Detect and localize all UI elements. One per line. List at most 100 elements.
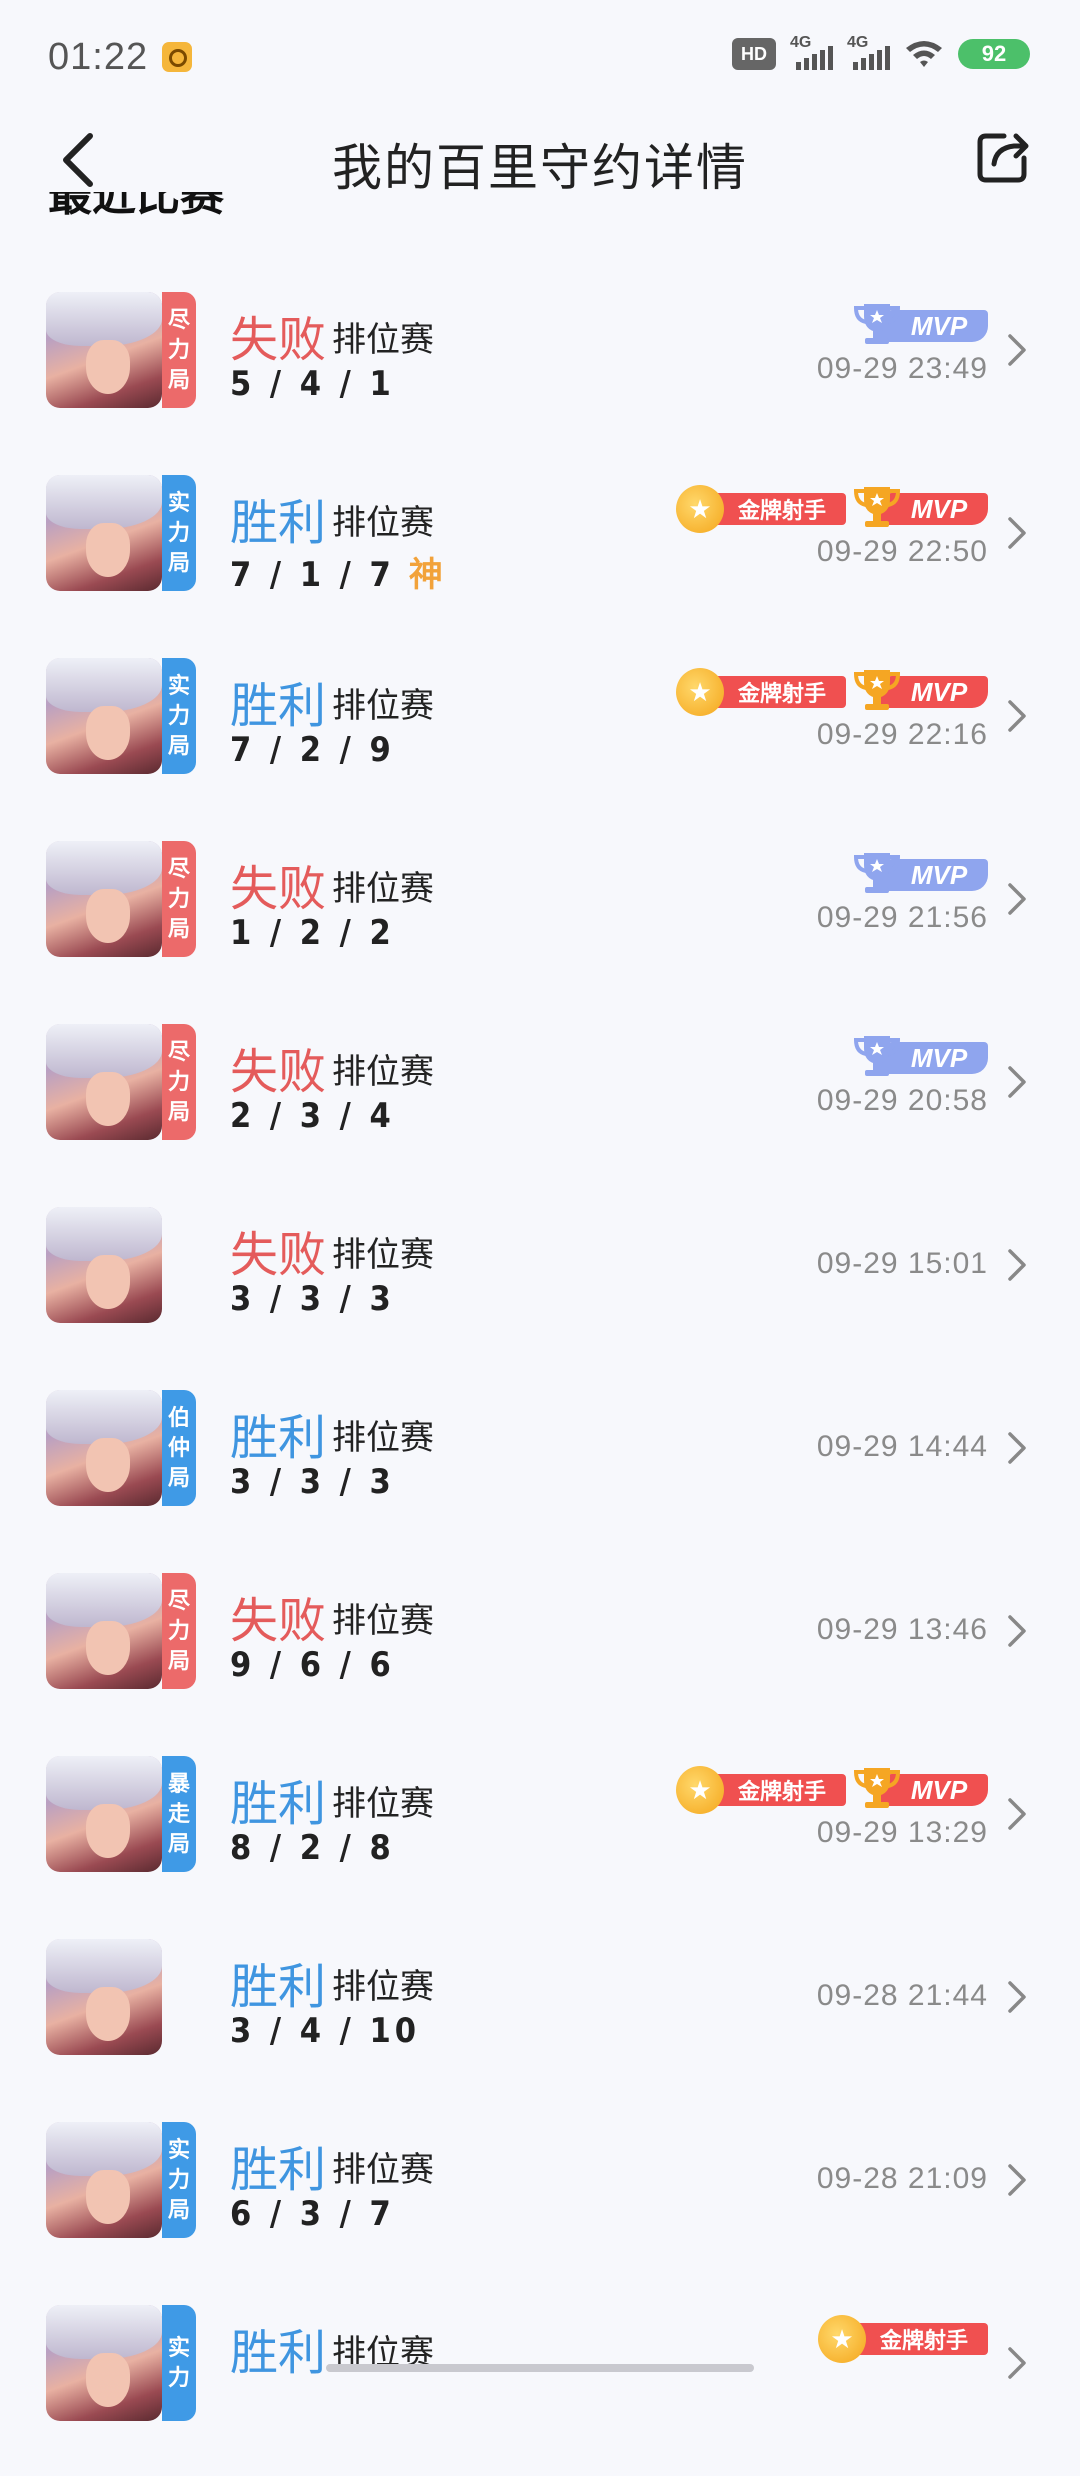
trophy-icon	[852, 1764, 902, 1810]
status-icons: HD 4G 4G 92	[732, 34, 1030, 70]
match-row[interactable]: 实力局胜利 排位赛 7 / 1 / 7 神 ★ 金牌射手 MVP 09-29 22:50	[0, 463, 1080, 646]
honor-badges: ★ 金牌射手 MVP	[676, 1766, 988, 1814]
hero-avatar	[46, 1390, 162, 1506]
kda-value: 3 / 3 / 3	[230, 1462, 395, 1502]
gold-medal-icon: ★	[676, 668, 724, 716]
match-type: 排位赛	[332, 1785, 434, 1823]
mode-badge-char: 尽	[167, 1588, 190, 1613]
match-time: 09-29 23:49	[816, 352, 988, 385]
honor-badges: ★ 金牌射手	[818, 2315, 988, 2363]
hero-avatar-group: 实力局	[46, 658, 196, 774]
game-mode-badge: 尽力局	[162, 1573, 196, 1689]
hero-avatar-group	[46, 1939, 196, 2055]
match-result: 胜利	[230, 497, 327, 550]
kda-value: 6 / 3 / 7	[230, 2194, 395, 2234]
gold-medal-icon: ★	[818, 2315, 866, 2363]
section-title: 最近比赛	[48, 192, 224, 220]
mode-badge-char: 实	[167, 673, 190, 698]
kda-stats: 3 / 3 / 3	[230, 1279, 395, 1319]
mode-badge-char: 力	[167, 520, 190, 545]
match-row[interactable]: 胜利 排位赛 3 / 4 / 10 09-28 21:44	[0, 1927, 1080, 2110]
match-row[interactable]: 实力局胜利 排位赛 7 / 2 / 9 ★ 金牌射手 MVP 09-29 22:16	[0, 646, 1080, 829]
honor-badges: MVP	[852, 304, 988, 344]
trophy-icon	[852, 666, 902, 712]
trophy-icon	[852, 483, 902, 529]
mode-badge-char: 走	[167, 1801, 190, 1826]
chevron-right-icon	[1008, 334, 1026, 366]
match-row[interactable]: 尽力局失败 排位赛 9 / 6 / 6 09-29 13:46	[0, 1561, 1080, 1744]
mode-badge-char: 实	[167, 2335, 190, 2360]
match-result: 胜利	[230, 1412, 327, 1465]
kda-value: 3 / 3 / 3	[230, 1279, 395, 1319]
chevron-right-icon	[1008, 883, 1026, 915]
kda-stats: 3 / 4 / 10	[230, 2011, 420, 2051]
honor-badges: ★ 金牌射手 MVP	[676, 668, 988, 716]
gold-shooter-badge: ★ 金牌射手	[818, 2315, 988, 2363]
mvp-badge: MVP	[852, 1036, 988, 1076]
kda-stats: 6 / 3 / 7	[230, 2194, 395, 2234]
wifi-icon	[906, 41, 942, 67]
match-list: 尽力局失败 排位赛 5 / 4 / 1 MVP 09-29 23:49 实力局胜利 排位赛 7…	[0, 280, 1080, 2476]
match-row[interactable]: 失败 排位赛 3 / 3 / 3 09-29 15:01	[0, 1195, 1080, 1378]
chevron-right-icon	[1008, 1798, 1026, 1830]
game-mode-badge: 实力局	[162, 475, 196, 591]
match-row[interactable]: 暴走局胜利 排位赛 8 / 2 / 8 ★ 金牌射手 MVP 09-29 13:29	[0, 1744, 1080, 1927]
hero-avatar	[46, 1024, 162, 1140]
kda-value: 2 / 3 / 4	[230, 1096, 395, 1136]
kda-value: 7 / 2 / 9	[230, 730, 395, 770]
chevron-right-icon	[1008, 1615, 1026, 1647]
match-row[interactable]: 实力局胜利 排位赛 6 / 3 / 7 09-28 21:09	[0, 2110, 1080, 2293]
kda-stats: 3 / 3 / 3	[230, 1462, 395, 1502]
chevron-right-icon	[1008, 1249, 1026, 1281]
hero-avatar-group: 伯仲局	[46, 1390, 196, 1506]
kda-stats: 5 / 4 / 1	[230, 364, 395, 404]
mode-badge-char: 局	[167, 1465, 190, 1490]
hero-avatar	[46, 475, 162, 591]
mvp-badge: MVP	[852, 670, 988, 710]
mode-badge-char: 尽	[167, 307, 190, 332]
game-mode-badge: 尽力局	[162, 1024, 196, 1140]
match-type: 排位赛	[332, 1419, 434, 1457]
mvp-badge: MVP	[852, 853, 988, 893]
mvp-badge: MVP	[852, 487, 988, 527]
match-row[interactable]: 尽力局失败 排位赛 2 / 3 / 4 MVP 09-29 20:58	[0, 1012, 1080, 1195]
hero-avatar	[46, 841, 162, 957]
mode-badge-char: 力	[167, 337, 190, 362]
mode-badge-char: 力	[167, 703, 190, 728]
match-time: 09-29 15:01	[816, 1247, 988, 1280]
match-type: 排位赛	[332, 687, 434, 725]
mode-badge-char: 暴	[167, 1771, 190, 1796]
mode-badge-char: 局	[167, 550, 190, 575]
mode-badge-char: 局	[167, 2197, 190, 2222]
match-result: 胜利	[230, 1961, 327, 2014]
mode-badge-char: 实	[167, 490, 190, 515]
mode-badge-char: 局	[167, 916, 190, 941]
mode-badge-char: 伯	[167, 1405, 190, 1430]
honor-badges: ★ 金牌射手 MVP	[676, 485, 988, 533]
hero-avatar-group: 实力	[46, 2305, 196, 2421]
kda-value: 1 / 2 / 2	[230, 913, 395, 953]
match-row[interactable]: 实力胜利 排位赛 ★ 金牌射手	[0, 2293, 1080, 2476]
kda-stats: 7 / 1 / 7 神	[230, 547, 443, 596]
hero-avatar-group: 实力局	[46, 2122, 196, 2238]
match-row[interactable]: 尽力局失败 排位赛 5 / 4 / 1 MVP 09-29 23:49	[0, 280, 1080, 463]
share-button[interactable]	[974, 128, 1032, 186]
match-time: 09-28 21:44	[816, 1979, 988, 2012]
mode-badge-char: 局	[167, 1648, 190, 1673]
mode-badge-char: 仲	[167, 1435, 190, 1460]
match-row[interactable]: 尽力局失败 排位赛 1 / 2 / 2 MVP 09-29 21:56	[0, 829, 1080, 1012]
match-type: 排位赛	[332, 1236, 434, 1274]
game-mode-badge: 伯仲局	[162, 1390, 196, 1506]
match-time: 09-29 14:44	[816, 1430, 988, 1463]
match-row[interactable]: 伯仲局胜利 排位赛 3 / 3 / 3 09-29 14:44	[0, 1378, 1080, 1561]
mode-badge-char: 实	[167, 2137, 190, 2162]
mode-badge-char: 局	[167, 1831, 190, 1856]
chevron-right-icon	[1008, 2347, 1026, 2379]
match-type: 排位赛	[332, 1602, 434, 1640]
hero-avatar	[46, 1207, 162, 1323]
hero-avatar-group: 尽力局	[46, 292, 196, 408]
game-mode-badge: 实力	[162, 2305, 196, 2421]
match-time: 09-29 21:56	[816, 901, 988, 934]
chevron-right-icon	[1008, 1432, 1026, 1464]
hero-avatar	[46, 1939, 162, 2055]
